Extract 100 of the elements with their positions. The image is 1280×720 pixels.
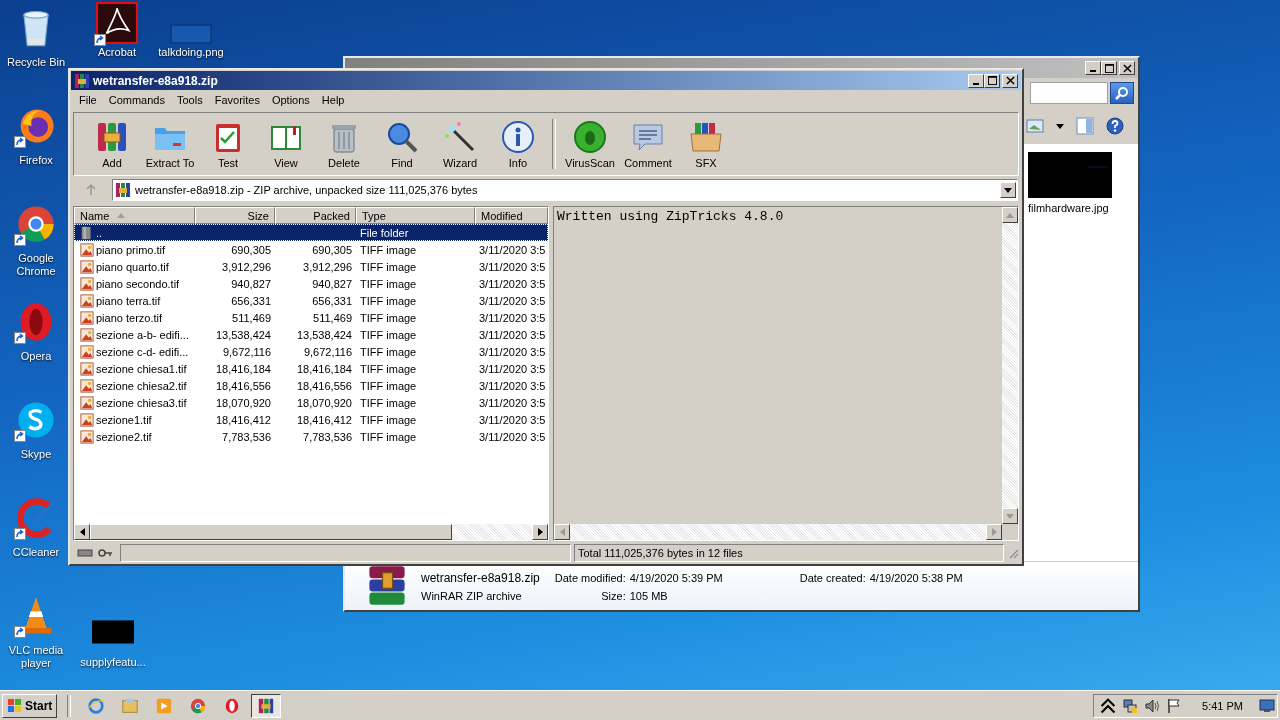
file-name: piano quarto.tif <box>96 260 169 273</box>
horizontal-scrollbar[interactable] <box>74 524 548 540</box>
acrobat-icon[interactable] <box>96 2 138 44</box>
image-file-icon <box>80 276 94 291</box>
test-button[interactable]: Test <box>200 116 256 172</box>
packed-size: 18,070,920 <box>296 396 352 409</box>
file-size: 13,538,424 <box>215 328 271 341</box>
file-row[interactable]: piano terra.tif 656,331 656,331 TIFF image 3/11/2020 3:5 <box>74 292 548 309</box>
menu-item[interactable]: File <box>73 92 103 108</box>
delete-button[interactable]: Delete <box>316 116 372 172</box>
network-icon[interactable] <box>1122 697 1139 714</box>
menu-item[interactable]: Tools <box>171 92 209 108</box>
maximize-button[interactable] <box>984 73 1000 88</box>
show-desktop-icon[interactable] <box>1259 697 1275 714</box>
winrar-taskbar-button[interactable] <box>251 693 282 718</box>
archive-icon <box>115 182 131 198</box>
wizard-button[interactable]: Wizard <box>432 116 488 172</box>
file-row[interactable]: piano secondo.tif 940,827 940,827 TIFF image 3/11/2020 3:5 <box>74 275 548 292</box>
file-type: TIFF image <box>360 311 417 324</box>
column-header[interactable]: Size <box>195 207 275 224</box>
maximize-button[interactable] <box>1101 61 1117 75</box>
modified-date: 3/11/2020 3:5 <box>479 311 546 324</box>
column-header[interactable]: Modified <box>475 207 548 224</box>
packed-size: 656,331 <box>312 294 352 307</box>
vertical-scrollbar[interactable] <box>1002 207 1018 524</box>
file-row[interactable]: sezione chiesa3.tif 18,070,920 18,070,920 TIFF image 3/11/2020 3:5 <box>74 394 548 411</box>
flag-icon[interactable] <box>1166 697 1183 714</box>
column-header[interactable]: Packed <box>275 207 356 224</box>
sfx-button[interactable]: SFX <box>678 116 734 172</box>
winrar-icon <box>257 696 276 715</box>
search-icon <box>1114 85 1130 101</box>
file-row[interactable]: sezione c-d- edifi... 9,672,116 9,672,116 TIFF image 3/11/2020 3:5 <box>74 343 548 360</box>
right-arrow-icon <box>537 528 543 536</box>
dropdown-button[interactable] <box>1000 182 1016 198</box>
file-name: sezione1.tif <box>96 413 152 426</box>
address-field[interactable]: wetransfer-e8a918.zip - ZIP archive, unpacked size 111,025,376 bytes <box>112 179 1018 201</box>
resize-grip-icon[interactable] <box>1007 547 1019 559</box>
menu-item[interactable]: Commands <box>102 92 171 108</box>
find-button[interactable]: Find <box>374 116 430 172</box>
image-file-icon <box>80 327 94 342</box>
close-button[interactable] <box>1002 73 1018 88</box>
file-row[interactable]: sezione a-b- edifi... 13,538,424 13,538,424 TIFF image 3/11/2020 3:5 <box>74 326 548 343</box>
file-row[interactable]: sezione chiesa2.tif 18,416,556 18,416,556 TIFF image 3/11/2020 3:5 <box>74 377 548 394</box>
menu-item[interactable]: Help <box>315 92 351 108</box>
file-size: 18,416,412 <box>215 413 271 426</box>
file-type: TIFF image <box>360 396 417 409</box>
file-row[interactable]: piano terzo.tif 511,469 511,469 TIFF image 3/11/2020 3:5 <box>74 309 548 326</box>
help-icon[interactable] <box>1106 117 1124 135</box>
address-text: wetransfer-e8a918.zip - ZIP archive, unpacked size 111,025,376 bytes <box>135 184 479 196</box>
file-row[interactable]: piano primo.tif 690,305 690,305 TIFF image 3/11/2020 3:5 <box>74 241 548 258</box>
packed-size: 511,469 <box>313 311 352 324</box>
desktop-icon-label: talkdoing.png <box>157 46 225 59</box>
left-arrow-icon <box>79 528 85 536</box>
close-button[interactable] <box>1119 61 1135 75</box>
extract-button[interactable]: Extract To <box>142 116 198 172</box>
field-label: Size: <box>600 589 626 602</box>
speaker-icon[interactable] <box>1144 697 1161 714</box>
modified-date: 3/11/2020 3:5 <box>479 243 546 256</box>
file-row[interactable]: sezione chiesa1.tif 18,416,184 18,416,184 TIFF image 3/11/2020 3:5 <box>74 360 548 377</box>
file-size: 7,783,536 <box>222 430 271 443</box>
column-header[interactable]: Type <box>356 207 475 224</box>
search-button[interactable] <box>1110 82 1134 104</box>
horizontal-scrollbar[interactable] <box>554 524 1002 540</box>
file-row[interactable]: sezione2.tif 7,783,536 7,783,536 TIFF image 3/11/2020 3:5 <box>74 428 548 445</box>
menu-item[interactable]: Options <box>265 92 316 108</box>
view-button[interactable]: View <box>258 116 314 172</box>
field-label: Date created: <box>798 571 866 584</box>
menu-item[interactable]: Favorites <box>208 92 266 108</box>
ccleaner-icon[interactable] <box>14 496 58 540</box>
search-field[interactable] <box>1030 82 1108 104</box>
file-size: 940,827 <box>231 277 271 290</box>
file-row[interactable]: sezione1.tif 18,416,412 18,416,412 TIFF image 3/11/2020 3:5 <box>74 411 548 428</box>
file-type: WinRAR ZIP archive <box>421 589 523 602</box>
show-hidden-icons-icon[interactable] <box>1100 697 1117 714</box>
file-size: 18,070,920 <box>215 396 271 409</box>
caret-icon[interactable] <box>1056 123 1064 129</box>
add-button[interactable]: Add <box>84 116 140 172</box>
virusscan-button[interactable]: VirusScan <box>562 116 618 172</box>
image-file-icon <box>80 378 94 393</box>
packed-size: 13,538,424 <box>296 328 352 341</box>
file-name: piano primo.tif <box>96 243 166 256</box>
column-header[interactable]: Name <box>74 207 195 224</box>
minimize-button[interactable] <box>1085 61 1101 75</box>
comment-button[interactable]: Comment <box>620 116 676 172</box>
desktop-icon-label: Skype <box>19 448 53 461</box>
maximize-icon <box>987 76 997 85</box>
file-type: TIFF image <box>360 413 417 426</box>
down-arrow-icon <box>1006 513 1014 519</box>
desktop-icon-label: Firefox <box>18 154 54 167</box>
file-type: TIFF image <box>360 277 417 290</box>
file-name: filmhardware.jpg <box>1028 202 1109 214</box>
file-row[interactable]: .. File folder <box>74 224 548 241</box>
start-button[interactable]: Start <box>2 693 58 718</box>
file-type: File folder <box>360 226 409 239</box>
file-row[interactable]: piano quarto.tif 3,912,296 3,912,296 TIFF image 3/11/2020 3:5 <box>74 258 548 275</box>
minimize-icon <box>1090 70 1096 72</box>
views-icon[interactable] <box>1026 117 1044 135</box>
wizard-icon <box>443 119 477 154</box>
info-button[interactable]: Info <box>490 116 546 172</box>
minimize-button[interactable] <box>968 73 984 88</box>
